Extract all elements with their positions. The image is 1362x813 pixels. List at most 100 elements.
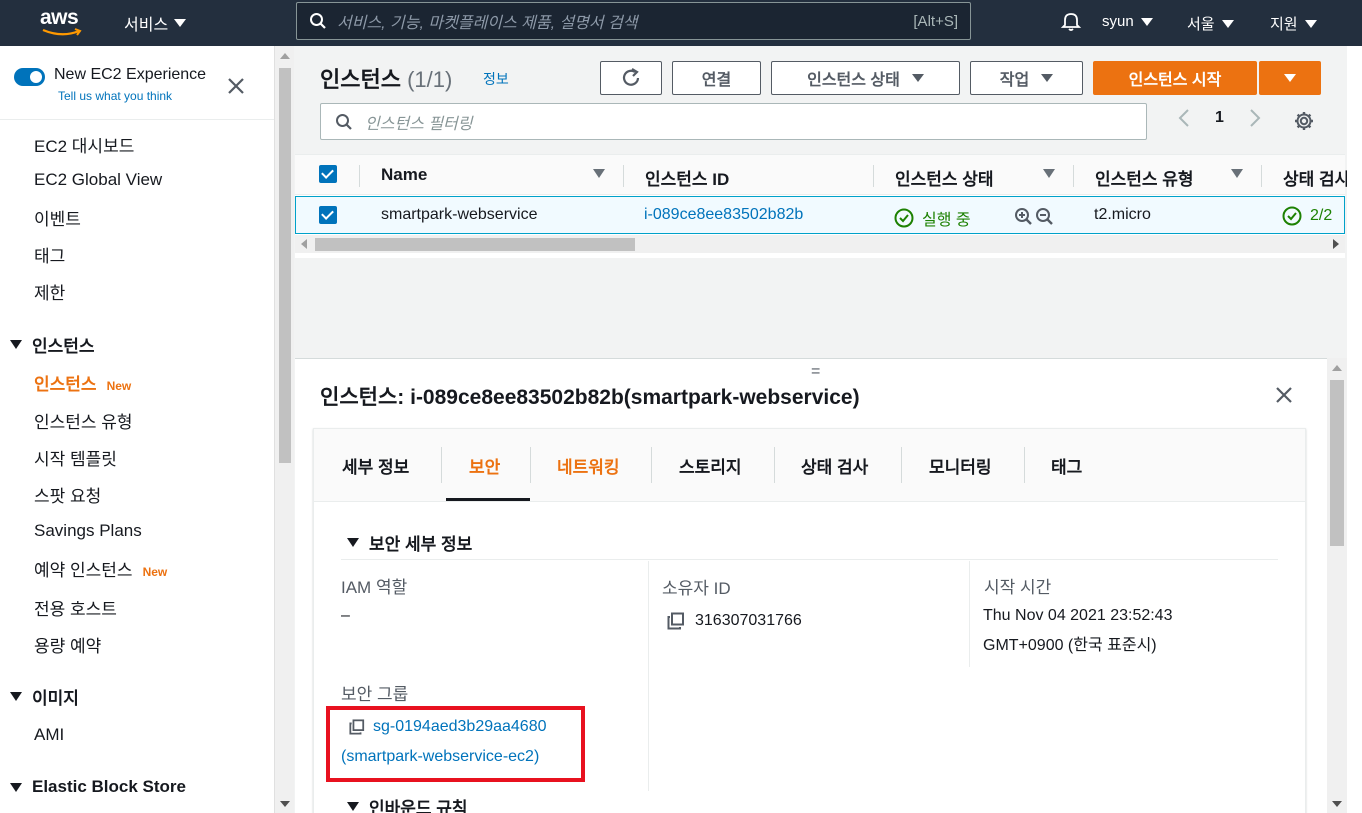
table-header: Name 인스턴스 ID 인스턴스 상태 인스턴스 유형 상태 검사: [295, 155, 1350, 195]
scroll-down-arrow[interactable]: [1332, 801, 1342, 807]
inbound-rules-header[interactable]: 인바운드 규칙: [347, 794, 468, 813]
new-experience-toggle[interactable]: [14, 68, 45, 86]
actions-button[interactable]: 작업: [970, 61, 1083, 95]
region-menu[interactable]: 서울: [1187, 13, 1234, 34]
launch-time-line1: Thu Nov 04 2021 23:52:43: [983, 607, 1173, 624]
instance-state-button[interactable]: 인스턴스 상태: [771, 61, 960, 95]
sidebar-item-launch-templates[interactable]: 시작 템플릿: [34, 445, 117, 470]
sidebar-item-limits[interactable]: 제한: [34, 279, 65, 304]
connect-button[interactable]: 연결: [672, 61, 761, 95]
sidebar-item-savings-plans[interactable]: Savings Plans: [34, 521, 142, 541]
sidebar-item-reserved-instances[interactable]: 예약 인스턴스 New: [34, 556, 167, 581]
tab-monitoring[interactable]: 모니터링: [929, 453, 992, 478]
column-header-instance-state[interactable]: 인스턴스 상태: [895, 165, 994, 190]
column-header-name[interactable]: Name: [381, 165, 427, 185]
info-link[interactable]: 정보: [483, 69, 509, 89]
check-circle-icon: [894, 208, 914, 228]
column-header-instance-type[interactable]: 인스턴스 유형: [1095, 165, 1194, 190]
scroll-down-arrow[interactable]: [280, 801, 290, 807]
sidebar-item-dedicated-hosts[interactable]: 전용 호스트: [34, 595, 117, 620]
sidebar-item-events[interactable]: 이벤트: [34, 205, 81, 230]
chevron-left-icon[interactable]: [1177, 108, 1191, 128]
sidebar-item-global-view[interactable]: EC2 Global View: [34, 170, 162, 190]
chevron-down-icon: [174, 19, 187, 27]
sidebar-item-spot-requests[interactable]: 스팟 요청: [34, 482, 101, 507]
iam-role-label: IAM 역할: [341, 578, 408, 597]
feedback-link[interactable]: Tell us what you think: [58, 89, 172, 103]
page-number[interactable]: 1: [1215, 109, 1224, 127]
caret-down-icon: [911, 74, 924, 82]
instances-table: Name 인스턴스 ID 인스턴스 상태 인스턴스 유형 상태 검사 smart…: [295, 154, 1350, 258]
sort-icon[interactable]: [1231, 169, 1243, 178]
chevron-right-icon[interactable]: [1248, 108, 1262, 128]
tab-details[interactable]: 세부 정보: [342, 453, 409, 478]
sidebar-item-ami[interactable]: AMI: [34, 725, 64, 745]
tab-tags[interactable]: 태그: [1051, 453, 1082, 478]
sidebar-item-instances[interactable]: 인스턴스 New: [34, 370, 131, 395]
user-menu[interactable]: syun: [1102, 13, 1153, 30]
search-placeholder: 서비스, 기능, 마켓플레이스 제품, 설명서 검색: [337, 15, 638, 32]
aws-logo[interactable]: aws: [40, 6, 84, 38]
tab-storage[interactable]: 스토리지: [679, 453, 742, 478]
scroll-up-arrow[interactable]: [1332, 365, 1342, 371]
scroll-right-arrow[interactable]: [1333, 239, 1339, 249]
global-search-input[interactable]: 서비스, 기능, 마켓플레이스 제품, 설명서 검색 [Alt+S]: [296, 2, 971, 40]
instance-type: t2.micro: [1094, 206, 1151, 223]
sort-icon[interactable]: [1043, 169, 1055, 178]
caret-down-icon: [1041, 74, 1054, 82]
tab-status-checks[interactable]: 상태 검사: [801, 453, 868, 478]
gear-icon[interactable]: [1293, 110, 1315, 132]
sidebar-section-ebs[interactable]: Elastic Block Store: [10, 777, 186, 797]
refresh-button[interactable]: [600, 61, 662, 95]
security-details-header[interactable]: 보안 세부 정보: [347, 530, 472, 555]
row-checkbox[interactable]: [319, 206, 337, 224]
tab-networking[interactable]: 네트워킹: [557, 453, 620, 478]
launch-time-line2: GMT+0900 (한국 표준시): [983, 637, 1157, 654]
instance-state-cell: 실행 중: [894, 206, 971, 230]
caret-down-icon: [10, 340, 22, 349]
instance-id-link[interactable]: i-089ce8ee83502b82b: [644, 206, 803, 224]
sidebar: New EC2 Experience Tell us what you thin…: [0, 46, 274, 813]
select-all-checkbox[interactable]: [319, 165, 337, 183]
sidebar-scrollbar[interactable]: [274, 46, 294, 813]
search-shortcut: [Alt+S]: [913, 12, 958, 30]
close-icon[interactable]: [226, 76, 246, 96]
bell-icon[interactable]: [1060, 10, 1082, 32]
scroll-up-arrow[interactable]: [280, 53, 290, 59]
launch-instance-dropdown[interactable]: [1259, 61, 1321, 95]
close-icon[interactable]: [1274, 385, 1294, 405]
column-separator: [359, 165, 360, 187]
chevron-down-icon: [1304, 19, 1317, 28]
details-scrollbar[interactable]: [1327, 358, 1347, 813]
sidebar-item-instance-types[interactable]: 인스턴스 유형: [34, 408, 133, 433]
support-menu[interactable]: 지원: [1270, 13, 1317, 34]
scrollbar-thumb[interactable]: [1330, 380, 1344, 546]
table-horizontal-scrollbar[interactable]: [295, 235, 1345, 253]
column-header-instance-id[interactable]: 인스턴스 ID: [645, 165, 729, 190]
sidebar-section-instances[interactable]: 인스턴스: [10, 332, 95, 357]
sort-icon[interactable]: [593, 169, 605, 178]
launch-instance-button[interactable]: 인스턴스 시작: [1093, 61, 1257, 95]
scrollbar-thumb[interactable]: [315, 238, 635, 251]
tab-security[interactable]: 보안: [469, 453, 500, 478]
column-divider: [969, 561, 970, 667]
zoom-in-icon[interactable]: [1014, 207, 1034, 227]
launch-time-label: 시작 시간: [984, 578, 1052, 597]
sidebar-item-dashboard[interactable]: EC2 대시보드: [34, 132, 134, 157]
zoom-out-icon[interactable]: [1035, 207, 1055, 227]
sidebar-item-tags[interactable]: 태그: [34, 242, 65, 267]
sidebar-item-capacity-reservations[interactable]: 용량 예약: [34, 632, 101, 657]
resize-handle[interactable]: =: [811, 363, 820, 381]
security-group-highlight-box: [326, 706, 585, 782]
services-menu[interactable]: 서비스: [124, 11, 187, 35]
copy-icon[interactable]: [667, 612, 685, 630]
column-header-status-check[interactable]: 상태 검사: [1283, 165, 1350, 190]
scrollbar-thumb[interactable]: [279, 68, 291, 463]
table-row[interactable]: smartpark-webservice i-089ce8ee83502b82b…: [295, 196, 1345, 234]
instance-filter-input[interactable]: 인스턴스 필터링: [320, 103, 1147, 140]
instance-name: smartpark-webservice: [381, 206, 538, 223]
sidebar-section-images[interactable]: 이미지: [10, 684, 79, 709]
caret-down-icon: [1284, 74, 1296, 82]
divider: [0, 119, 274, 120]
scroll-left-arrow[interactable]: [301, 239, 307, 249]
